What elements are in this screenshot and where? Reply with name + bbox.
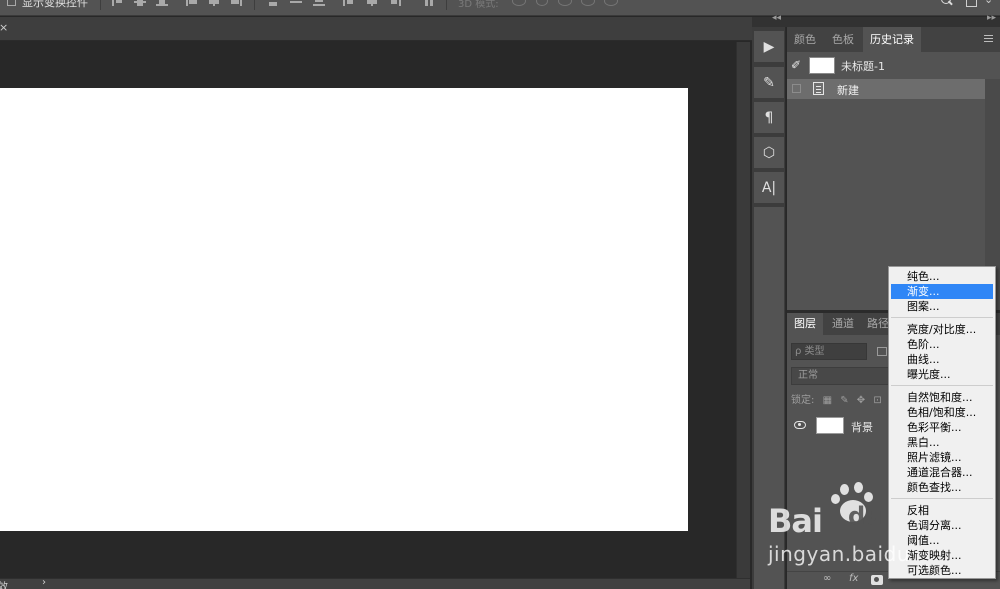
show-transform-checkbox[interactable] bbox=[7, 0, 16, 6]
menu-item[interactable]: 自然饱和度... bbox=[891, 390, 993, 405]
distribute-hcenter-icon[interactable] bbox=[366, 0, 378, 6]
menu-separator bbox=[891, 385, 993, 386]
show-transform-label: 显示变换控件 bbox=[22, 0, 88, 9]
panel-collapse-bar: ◂◂ ▸▸ bbox=[752, 13, 1000, 27]
menu-item[interactable]: 曝光度... bbox=[891, 367, 993, 382]
menu-item[interactable]: 照片滤镜... bbox=[891, 450, 993, 465]
history-source-checkbox[interactable] bbox=[792, 84, 801, 93]
brush-settings-icon[interactable]: ✎ bbox=[754, 67, 784, 99]
menu-item[interactable]: 色彩平衡... bbox=[891, 420, 993, 435]
blend-mode-select[interactable]: 正常 bbox=[791, 367, 891, 385]
dock-empty-area bbox=[754, 207, 784, 589]
separator bbox=[254, 0, 255, 10]
menu-item[interactable]: 曲线... bbox=[891, 352, 993, 367]
3d-slide-icon[interactable] bbox=[581, 0, 595, 6]
align-vcenter-icon[interactable] bbox=[134, 0, 146, 6]
lock-move-icon[interactable]: ✥ bbox=[857, 395, 865, 406]
adjustment-layer-menu: 纯色... 渐变... 图案... 亮度/对比度... 色阶... 曲线... 曝光度...… bbox=[888, 266, 996, 579]
auto-align-icon[interactable] bbox=[425, 0, 437, 6]
align-right-icon[interactable] bbox=[230, 0, 242, 6]
vertical-scrollbar[interactable] bbox=[736, 42, 750, 578]
distribute-vcenter-icon[interactable] bbox=[290, 0, 302, 6]
search-icon[interactable] bbox=[941, 0, 952, 6]
fx-icon[interactable]: fx bbox=[849, 573, 858, 584]
menu-item[interactable]: 色相/饱和度... bbox=[891, 405, 993, 420]
menu-item[interactable]: 图案... bbox=[891, 299, 993, 314]
menu-separator bbox=[891, 317, 993, 318]
distribute-bottom-icon[interactable] bbox=[313, 0, 325, 6]
snapshot-thumbnail bbox=[809, 57, 835, 74]
menu-item[interactable]: 纯色... bbox=[891, 269, 993, 284]
distribute-top-icon[interactable] bbox=[267, 0, 279, 6]
3d-rotate-icon[interactable] bbox=[512, 0, 526, 6]
panel-menu-icon[interactable] bbox=[984, 35, 993, 42]
lock-row: 锁定: ▦ ✎ ✥ ⊡ bbox=[791, 391, 887, 406]
tab-channels[interactable]: 通道 bbox=[825, 313, 861, 335]
align-hcenter-icon[interactable] bbox=[208, 0, 220, 6]
3d-drag-icon[interactable] bbox=[558, 0, 572, 6]
3d-scale-icon[interactable] bbox=[604, 0, 618, 6]
layer-thumbnail bbox=[816, 417, 844, 434]
align-left-icon[interactable] bbox=[186, 0, 198, 6]
tab-history[interactable]: 历史记录 bbox=[863, 27, 921, 52]
paragraph-icon[interactable]: ¶ bbox=[754, 102, 784, 134]
panel-icon-dock: ▶ ✎ ¶ ⬡ A| bbox=[752, 27, 786, 589]
3d-mode-label: 3D 模式: bbox=[458, 0, 499, 10]
menu-item[interactable]: 色阶... bbox=[891, 337, 993, 352]
status-text: 效 bbox=[0, 582, 8, 589]
history-state-row[interactable]: 新建 bbox=[787, 79, 985, 99]
lock-transparent-icon[interactable]: ▦ bbox=[823, 395, 832, 406]
separator bbox=[446, 0, 447, 10]
menu-separator bbox=[891, 498, 993, 499]
history-snapshot[interactable]: ✐ 未标题-1 bbox=[787, 52, 1000, 79]
menu-item[interactable]: 阈值... bbox=[891, 533, 993, 548]
link-icon[interactable]: ∞ bbox=[823, 573, 831, 584]
tab-swatches[interactable]: 色板 bbox=[825, 27, 861, 52]
close-icon[interactable]: × bbox=[0, 21, 8, 34]
menu-item[interactable]: 色调分离... bbox=[891, 518, 993, 533]
distribute-right-icon[interactable] bbox=[389, 0, 401, 6]
character-icon[interactable]: A| bbox=[754, 172, 784, 204]
play-icon[interactable]: ▶ bbox=[754, 31, 784, 63]
menu-item[interactable]: 反相 bbox=[891, 503, 993, 518]
distribute-left-icon[interactable] bbox=[343, 0, 355, 6]
menu-item[interactable]: 颜色查找... bbox=[891, 480, 993, 495]
document-canvas[interactable] bbox=[0, 88, 688, 531]
layer-filter-select[interactable]: ρ 类型 bbox=[791, 343, 867, 360]
canvas-area[interactable] bbox=[0, 42, 736, 578]
status-menu-arrow[interactable]: › bbox=[42, 577, 46, 588]
3d-cube-icon[interactable]: ⬡ bbox=[754, 137, 784, 169]
lock-artboard-icon[interactable]: ⊡ bbox=[873, 395, 881, 406]
status-bar: 效 › bbox=[0, 577, 750, 589]
eye-icon[interactable] bbox=[794, 421, 806, 429]
mask-icon[interactable] bbox=[871, 575, 883, 585]
history-panel-tabs: 颜色 色板 历史记录 bbox=[787, 27, 1000, 52]
align-top-icon[interactable] bbox=[112, 0, 124, 6]
collapse-left-icon[interactable]: ◂◂ bbox=[772, 13, 781, 23]
chevron-down-icon[interactable]: ⌄ bbox=[984, 0, 993, 6]
menu-item[interactable]: 可选颜色... bbox=[891, 563, 993, 578]
lock-paint-icon[interactable]: ✎ bbox=[840, 395, 848, 406]
new-document-icon bbox=[813, 82, 824, 95]
history-brush-icon[interactable]: ✐ bbox=[791, 58, 805, 72]
separator bbox=[100, 0, 101, 10]
snapshot-label: 未标题-1 bbox=[841, 60, 885, 73]
workspace-icon[interactable] bbox=[966, 0, 977, 7]
align-bottom-icon[interactable] bbox=[156, 0, 168, 6]
image-filter-icon[interactable] bbox=[877, 347, 887, 356]
tab-color[interactable]: 颜色 bbox=[787, 27, 823, 52]
document-tab-bar: × bbox=[0, 17, 752, 41]
lock-label: 锁定: bbox=[791, 395, 815, 406]
menu-item[interactable]: 渐变... bbox=[891, 284, 993, 299]
menu-item[interactable]: 渐变映射... bbox=[891, 548, 993, 563]
collapse-right-icon[interactable]: ▸▸ bbox=[987, 13, 996, 23]
history-state-label: 新建 bbox=[837, 84, 859, 97]
3d-roll-icon[interactable] bbox=[536, 0, 548, 6]
tab-layers[interactable]: 图层 bbox=[787, 313, 823, 335]
menu-item[interactable]: 亮度/对比度... bbox=[891, 322, 993, 337]
options-bar: 显示变换控件 3D 模式: ⌄ bbox=[0, 0, 1000, 16]
menu-item[interactable]: 通道混合器... bbox=[891, 465, 993, 480]
layer-name: 背景 bbox=[851, 421, 873, 434]
menu-item[interactable]: 黑白... bbox=[891, 435, 993, 450]
